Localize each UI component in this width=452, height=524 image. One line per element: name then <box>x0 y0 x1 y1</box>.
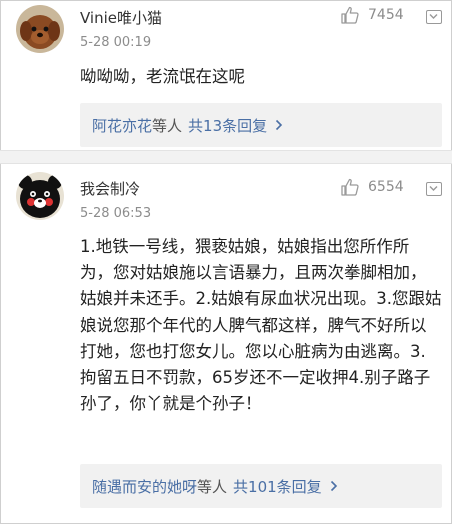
reply-count[interactable]: 共101条回复 <box>233 476 322 497</box>
reply-connector: 等人 <box>152 116 183 135</box>
like-button[interactable]: 6554 <box>340 177 404 197</box>
like-button[interactable]: 7454 <box>340 5 404 25</box>
more-options-button[interactable] <box>426 10 442 24</box>
chevron-down-icon <box>429 14 438 19</box>
reply-summary[interactable]: 随遇而安的她呀 等人 共101条回复 <box>80 464 442 508</box>
comment-item: Vinie唯小猫 5-28 00:19 7454 呦呦呦，老流氓在这呢 阿花亦花… <box>0 0 452 150</box>
chevron-down-icon <box>429 186 438 191</box>
like-count: 6554 <box>368 179 404 195</box>
username[interactable]: 我会制冷 <box>80 178 140 199</box>
comment-text: 呦呦呦，老流氓在这呢 <box>80 67 245 86</box>
kumamon-avatar-icon <box>16 172 64 220</box>
like-count: 7454 <box>368 7 404 23</box>
thumbs-up-icon <box>341 6 359 24</box>
user-avatar[interactable] <box>16 172 64 220</box>
comment-item: 我会制冷 5-28 06:53 6554 1.地铁一号线，猥亵姑娘，姑娘指出您所… <box>0 164 452 524</box>
username[interactable]: Vinie唯小猫 <box>80 7 162 28</box>
reply-connector: 等人 <box>197 477 228 496</box>
reply-count[interactable]: 共13条回复 <box>188 115 267 136</box>
more-options-button[interactable] <box>426 182 442 196</box>
reply-user[interactable]: 随遇而安的她呀 <box>92 476 197 497</box>
reply-summary[interactable]: 阿花亦花 等人 共13条回复 <box>80 103 442 147</box>
timestamp: 5-28 00:19 <box>80 35 152 50</box>
chevron-right-icon <box>330 480 337 492</box>
comment-separator <box>0 150 452 164</box>
dog-avatar-icon <box>16 5 64 53</box>
thumbs-up-icon <box>341 178 359 196</box>
user-avatar[interactable] <box>16 5 64 53</box>
timestamp: 5-28 06:53 <box>80 206 152 221</box>
chevron-right-icon <box>276 119 283 131</box>
reply-user[interactable]: 阿花亦花 <box>92 115 152 136</box>
comment-text: 1.地铁一号线，猥亵姑娘，姑娘指出您所作所为，您对姑娘施以言语暴力，且两次拳脚相… <box>80 237 442 414</box>
